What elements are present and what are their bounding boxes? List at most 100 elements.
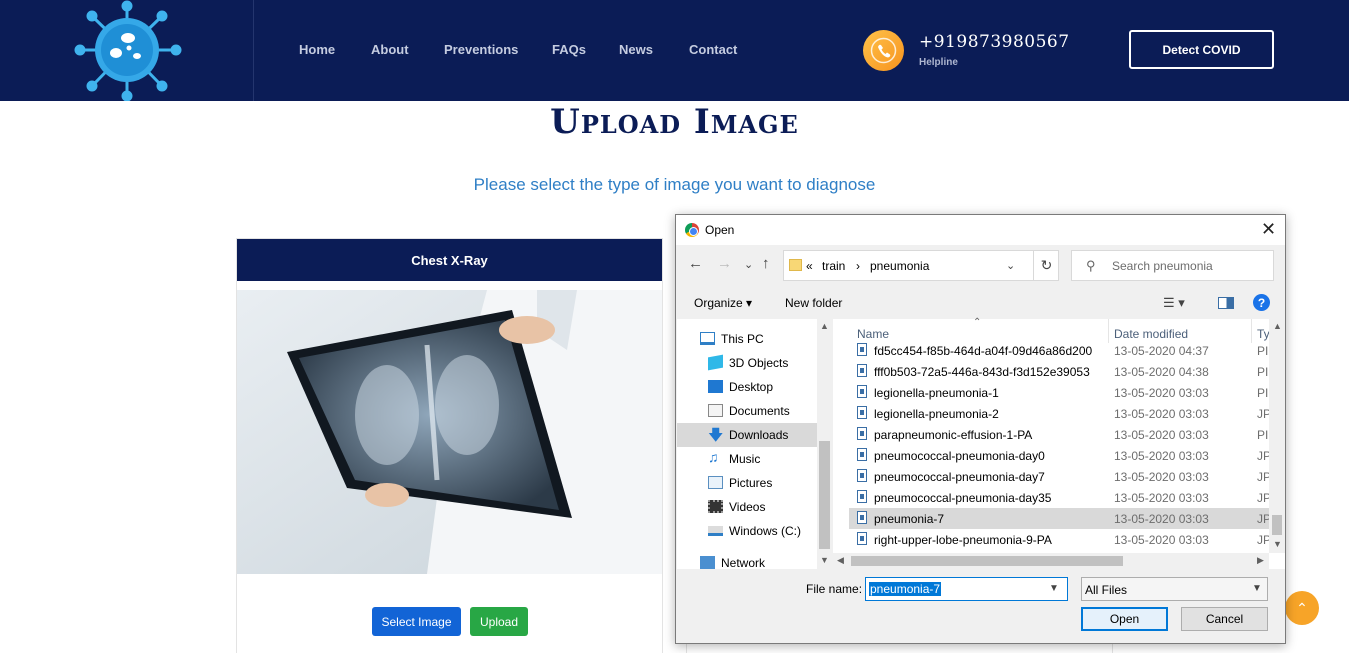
breadcrumb-overflow[interactable]: « [806, 259, 813, 273]
image-file-icon [857, 343, 867, 356]
forward-arrow-icon[interactable]: → [717, 255, 732, 272]
chevron-up-icon: ⌃ [1296, 599, 1308, 616]
scroll-left-arrow-icon[interactable]: ◀ [837, 555, 844, 566]
nav-home[interactable]: Home [299, 42, 335, 57]
file-row-selected[interactable]: pneumonia-7 13-05-2020 03:03 JP [849, 508, 1269, 529]
tree-item-desktop[interactable]: Desktop [677, 375, 817, 399]
file-row[interactable]: pneumococcal-pneumonia-day7 13-05-2020 0… [849, 466, 1269, 487]
chevron-down-icon[interactable]: ▼ [1252, 583, 1262, 594]
tree-scrollbar[interactable]: ▲ ▼ [817, 319, 832, 569]
select-image-button[interactable]: Select Image [372, 607, 461, 636]
chevron-down-icon[interactable]: ▼ [1049, 583, 1059, 594]
tree-scrollbar-thumb[interactable] [819, 441, 830, 549]
organize-button[interactable]: Organize ▾ [694, 296, 752, 310]
file-row[interactable]: legionella-pneumonia-2 13-05-2020 03:03 … [849, 403, 1269, 424]
chevron-down-icon[interactable]: ⌄ [1006, 259, 1015, 272]
file-type-value: All Files [1085, 583, 1128, 597]
refresh-icon[interactable]: ↻ [1033, 251, 1059, 280]
file-name: pneumococcal-pneumonia-day35 [874, 491, 1052, 505]
phone-number[interactable]: +919873980567 [919, 32, 1070, 52]
up-arrow-icon[interactable]: ↑ [762, 255, 770, 272]
file-row[interactable]: legionella-pneumonia-1 13-05-2020 03:03 … [849, 382, 1269, 403]
scroll-up-arrow-icon[interactable]: ▲ [1273, 321, 1282, 331]
image-file-icon [857, 490, 867, 503]
scroll-up-arrow-icon[interactable]: ▲ [820, 321, 829, 331]
close-icon[interactable]: ✕ [1261, 219, 1276, 240]
search-box[interactable]: ⚲ Search pneumonia [1071, 250, 1274, 281]
tree-item-label: Documents [729, 404, 790, 418]
tree-item-downloads[interactable]: 🡇 Downloads [677, 423, 817, 447]
desktop-icon [708, 380, 723, 393]
horizontal-scrollbar-thumb[interactable] [851, 556, 1123, 566]
file-row[interactable]: pneumococcal-pneumonia-day0 13-05-2020 0… [849, 445, 1269, 466]
scroll-right-arrow-icon[interactable]: ▶ [1257, 555, 1264, 566]
file-type: PI [1257, 365, 1269, 379]
file-row[interactable]: fd5cc454-f85b-464d-a04f-09d46a86d200 13-… [849, 340, 1269, 361]
file-type: PI [1257, 344, 1269, 358]
tree-item-this-pc[interactable]: This PC [677, 327, 817, 351]
phone-icon [863, 30, 904, 71]
dialog-titlebar[interactable]: Open ✕ [676, 215, 1285, 245]
new-folder-button[interactable]: New folder [785, 296, 842, 310]
breadcrumb-pneumonia[interactable]: pneumonia [870, 259, 929, 273]
image-file-icon [857, 469, 867, 482]
scroll-to-top-button[interactable]: ⌃ [1285, 591, 1319, 625]
scroll-down-arrow-icon[interactable]: ▼ [1273, 539, 1282, 549]
nav-preventions[interactable]: Preventions [444, 42, 518, 57]
page-subtitle: Please select the type of image you want… [473, 175, 876, 194]
tree-item-3d-objects[interactable]: 3D Objects [677, 351, 817, 375]
column-name[interactable]: Name [857, 327, 889, 341]
preview-pane-icon[interactable] [1218, 297, 1234, 309]
nav-about[interactable]: About [371, 42, 409, 57]
image-file-icon [857, 406, 867, 419]
back-arrow-icon[interactable]: ← [688, 255, 703, 272]
site-header: Home About Preventions FAQs News Contact… [0, 0, 1349, 101]
file-date: 13-05-2020 03:03 [1114, 512, 1209, 526]
detect-covid-button[interactable]: Detect COVID [1129, 30, 1274, 69]
tree-item-label: Videos [729, 500, 766, 514]
dialog-toolbar: Organize ▾ New folder ☰ ▾ ? [676, 289, 1285, 317]
tree-item-pictures[interactable]: Pictures [677, 471, 817, 495]
tree-item-music[interactable]: ♫ Music [677, 447, 817, 471]
tree-item-documents[interactable]: Documents [677, 399, 817, 423]
nav-faqs[interactable]: FAQs [552, 42, 586, 57]
tree-item-label: Pictures [729, 476, 773, 490]
file-name: pneumococcal-pneumonia-day7 [874, 470, 1045, 484]
nav-news[interactable]: News [619, 42, 653, 57]
column-type[interactable]: Ty [1257, 327, 1269, 341]
open-button[interactable]: Open [1081, 607, 1168, 631]
nav-contact[interactable]: Contact [689, 42, 737, 57]
search-placeholder: Search pneumonia [1112, 259, 1213, 273]
tree-item-windows-c[interactable]: Windows (C:) [677, 519, 817, 543]
file-type: JP [1257, 470, 1269, 484]
file-type-select[interactable]: All Files ▼ [1081, 577, 1268, 601]
tree-item-label: Desktop [729, 380, 774, 394]
cancel-button[interactable]: Cancel [1181, 607, 1268, 631]
file-row[interactable]: pneumococcal-pneumonia-day35 13-05-2020 … [849, 487, 1269, 508]
file-row[interactable]: fff0b503-72a5-446a-843d-f3d152e39053 13-… [849, 361, 1269, 382]
file-list-horizontal-scrollbar[interactable]: ◀ ▶ [833, 553, 1269, 569]
vertical-scrollbar-thumb[interactable] [1272, 515, 1282, 535]
file-list-vertical-scrollbar[interactable]: ▲ ▼ [1269, 319, 1285, 553]
tree-item-network[interactable]: Network [677, 551, 817, 575]
file-name: fd5cc454-f85b-464d-a04f-09d46a86d200 [874, 344, 1093, 358]
breadcrumb-train[interactable]: train [822, 259, 845, 273]
upload-button[interactable]: Upload [470, 607, 528, 636]
file-name: pneumonia-7 [874, 512, 945, 526]
search-icon: ⚲ [1086, 258, 1096, 273]
file-name: parapneumonic-effusion-1-PA [874, 428, 1033, 442]
image-file-icon [857, 448, 867, 461]
scroll-down-arrow-icon[interactable]: ▼ [820, 555, 829, 565]
column-date-modified[interactable]: Date modified [1114, 327, 1188, 341]
file-row[interactable]: parapneumonic-effusion-1-PA 13-05-2020 0… [849, 424, 1269, 445]
virus-logo-icon[interactable] [72, 0, 182, 101]
address-bar[interactable]: « train › pneumonia ⌄ ↻ [783, 250, 1059, 281]
file-name: right-upper-lobe-pneumonia-9-PA [874, 533, 1052, 547]
recent-chevron-icon[interactable]: ⌄ [744, 258, 753, 271]
tree-item-videos[interactable]: Videos [677, 495, 817, 519]
view-options-icon[interactable]: ☰ ▾ [1163, 295, 1185, 311]
chest-xray-image [237, 290, 662, 574]
help-icon[interactable]: ? [1253, 294, 1270, 311]
file-row[interactable]: right-upper-lobe-pneumonia-9-PA 13-05-20… [849, 529, 1269, 550]
file-name-input[interactable]: pneumonia-7 ▼ [865, 577, 1068, 601]
